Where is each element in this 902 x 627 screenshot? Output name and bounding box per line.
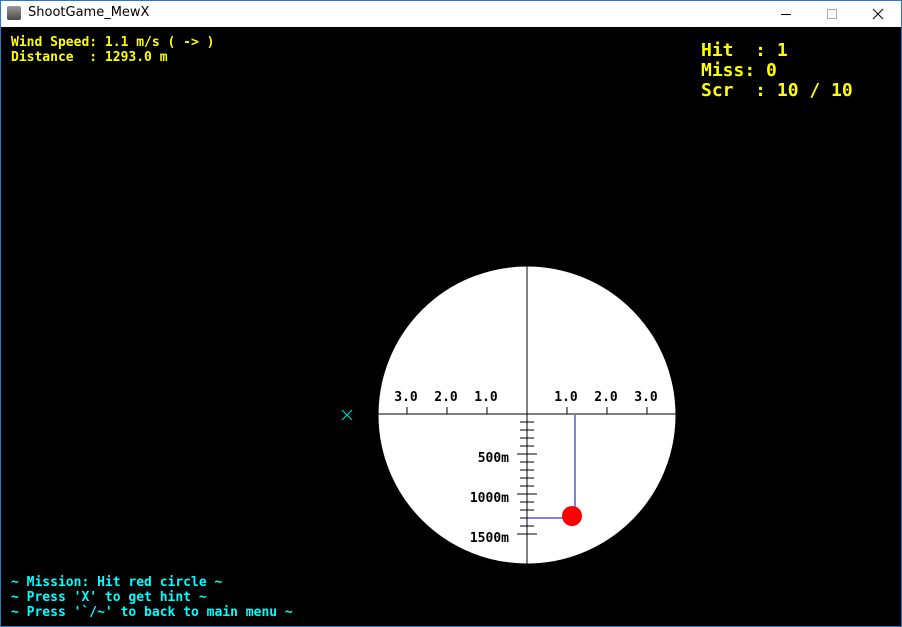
maximize-icon bbox=[827, 9, 837, 19]
minimize-icon bbox=[781, 14, 791, 15]
title-bar[interactable]: ShootGame_MewX bbox=[1, 1, 901, 27]
menu-message: ~ Press '`/~' to back to main menu ~ bbox=[11, 605, 293, 620]
tick-label-left-1: 1.0 bbox=[474, 390, 498, 405]
maximize-button[interactable] bbox=[809, 1, 855, 27]
hint-message: ~ Press 'X' to get hint ~ bbox=[11, 590, 207, 605]
close-icon bbox=[872, 8, 884, 20]
tick-label-right-3: 3.0 bbox=[634, 390, 658, 405]
tick-label-left-3: 3.0 bbox=[394, 390, 418, 405]
app-icon bbox=[7, 6, 21, 20]
red-circle-target[interactable] bbox=[562, 506, 582, 526]
game-window: ShootGame_MewX Wind Speed: 1.1 m/s ( -> … bbox=[0, 0, 902, 627]
range-label-500: 500m bbox=[478, 451, 509, 466]
range-label-1500: 1500m bbox=[470, 531, 509, 546]
game-canvas[interactable]: Wind Speed: 1.1 m/s ( -> ) Distance : 12… bbox=[1, 27, 901, 626]
mission-message: ~ Mission: Hit red circle ~ bbox=[11, 575, 223, 590]
tick-label-right-1: 1.0 bbox=[554, 390, 578, 405]
close-button[interactable] bbox=[855, 1, 901, 27]
range-label-1000: 1000m bbox=[470, 491, 509, 506]
minimize-button[interactable] bbox=[763, 1, 809, 27]
scope-layer: 3.0 2.0 1.0 1.0 2.0 3.0 500m 1000m 1500m bbox=[341, 265, 677, 565]
tick-label-left-2: 2.0 bbox=[434, 390, 458, 405]
x-icon bbox=[341, 409, 353, 421]
window-title: ShootGame_MewX bbox=[28, 5, 150, 20]
tick-label-right-2: 2.0 bbox=[594, 390, 618, 405]
